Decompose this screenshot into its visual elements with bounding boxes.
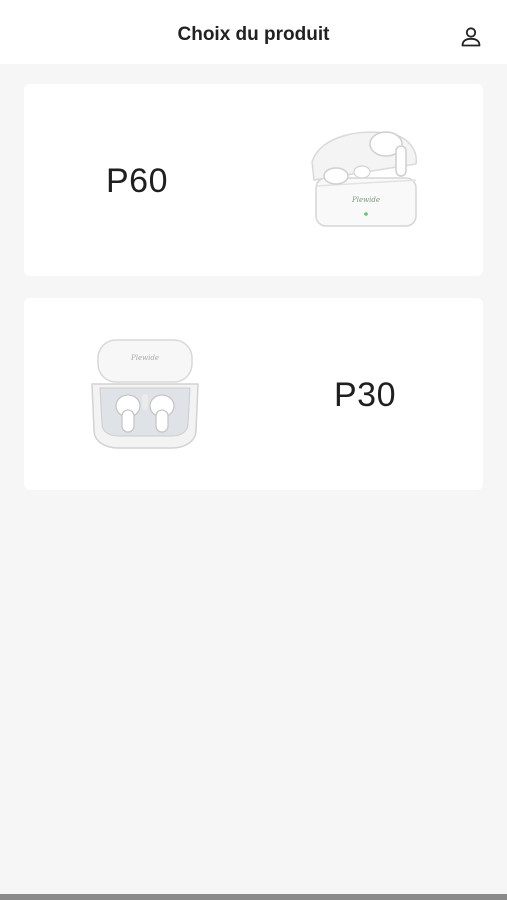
bottom-edge-bar [0,894,507,900]
svg-text:Plewide: Plewide [351,196,380,204]
app-header: Choix du produit [0,0,507,64]
product-name: P30 [334,376,396,414]
product-name: P60 [106,162,168,200]
svg-text:Plewide: Plewide [130,354,159,362]
page-title: Choix du produit [177,24,330,45]
earbuds-open-case-image: Plewide [311,131,418,227]
user-icon [461,27,481,47]
profile-button[interactable] [457,23,485,51]
product-card-p60[interactable]: P60 Plewide [24,84,483,276]
earbuds-clamshell-case-image: Plewide [91,339,199,449]
product-card-p30[interactable]: Plewide P30 [24,298,483,490]
